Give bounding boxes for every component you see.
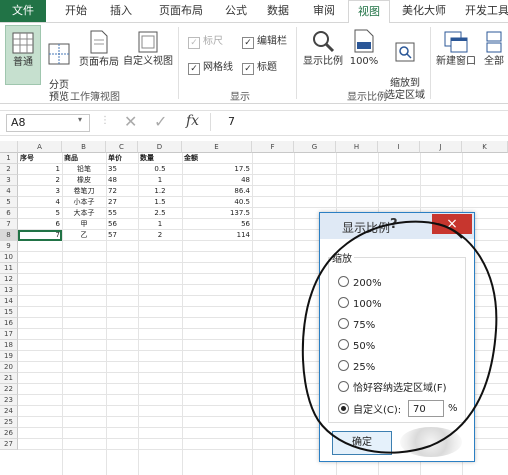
hand-drawn-circle-annotation: [301, 220, 498, 454]
